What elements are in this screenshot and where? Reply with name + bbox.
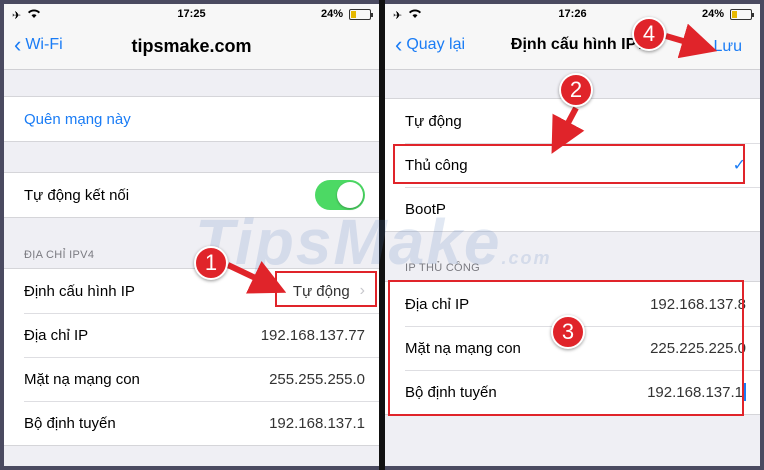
battery-fill xyxy=(732,10,737,18)
highlight-configure-ip xyxy=(275,271,377,307)
router-row: Bộ định tuyến 192.168.137.1 xyxy=(4,401,379,445)
subnet-mask-value: 255.255.255.0 xyxy=(269,370,365,388)
auto-join-group: Tự động kết nối xyxy=(4,172,379,218)
ip-address-label: Địa chỉ IP xyxy=(24,326,89,344)
save-button[interactable]: Lưu xyxy=(713,38,742,56)
page-title: Định cấu hình IPv4 xyxy=(510,36,655,53)
battery-percent: 24% xyxy=(701,8,724,20)
status-bar: ✈ 17:25 24% xyxy=(4,4,379,26)
battery-icon xyxy=(730,8,754,20)
ip-address-row: Địa chỉ IP 192.168.137.77 xyxy=(4,313,379,357)
option-bootp[interactable]: BootP xyxy=(385,187,760,231)
navigation-bar: ‹ Wi-Fi tipsmake.com xyxy=(4,26,379,70)
step-badge-3: 3 xyxy=(551,315,585,349)
battery-icon xyxy=(349,8,373,20)
forget-network-button[interactable]: Quên mạng này xyxy=(4,97,379,141)
manual-ip-section-header: IP THỦ CÔNG xyxy=(405,262,481,274)
step-badge-4: 4 xyxy=(632,17,666,51)
step-badge-1: 1 xyxy=(194,246,228,280)
forget-network-group: Quên mạng này xyxy=(4,96,379,142)
ip-address-value: 192.168.137.77 xyxy=(260,326,365,344)
configure-ip-label: Định cấu hình IP xyxy=(24,282,135,300)
auto-join-row: Tự động kết nối xyxy=(4,173,379,217)
battery-fill xyxy=(351,10,356,18)
step-badge-2: 2 xyxy=(559,73,593,107)
auto-join-label: Tự động kết nối xyxy=(24,186,130,204)
page-title: tipsmake.com xyxy=(131,36,252,56)
text-cursor xyxy=(744,383,746,401)
toggle-knob xyxy=(337,182,363,208)
subnet-mask-label: Mặt nạ mạng con xyxy=(24,370,140,388)
wifi-detail-screen: ✈ 17:25 24% ‹ Wi-Fi tipsmake.com Quên mạ… xyxy=(4,4,379,466)
navigation-bar: ‹ Quay lại Định cấu hình IPv4 Lưu xyxy=(385,26,760,70)
battery-percent: 24% xyxy=(320,8,343,20)
highlight-manual-option xyxy=(393,144,745,184)
auto-join-toggle[interactable] xyxy=(315,180,365,210)
status-bar: ✈ 17:26 24% xyxy=(385,4,760,26)
router-value: 192.168.137.1 xyxy=(269,414,365,432)
ipv4-section-header: ĐỊA CHỈ IPV4 xyxy=(24,249,95,261)
subnet-mask-row: Mặt nạ mạng con 255.255.255.0 xyxy=(4,357,379,401)
router-label: Bộ định tuyến xyxy=(24,414,116,432)
